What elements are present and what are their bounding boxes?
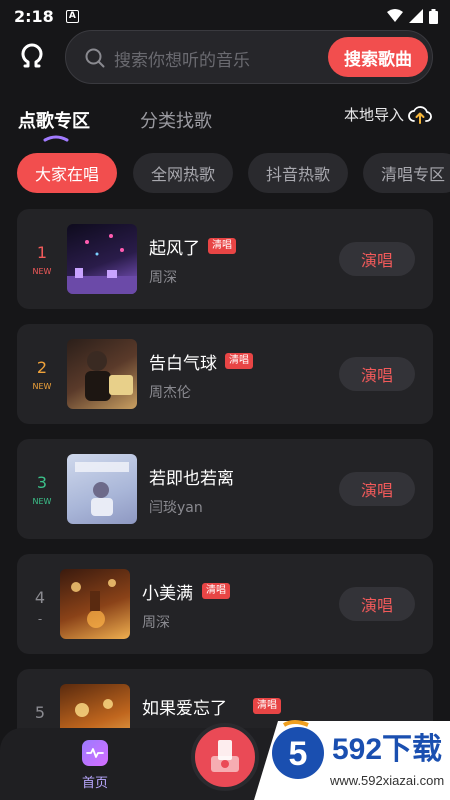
- cover-art-icon: [75, 462, 129, 516]
- cover-art-icon: [71, 579, 116, 628]
- acapella-tag: 清唱: [202, 583, 230, 599]
- watermark-logo: 5 592下载 www.592xiazai.com: [254, 703, 450, 800]
- karaoke-fab-button[interactable]: [191, 723, 259, 791]
- top-bar: 搜索你想听的音乐 搜索歌曲: [0, 30, 450, 84]
- chip-network-hot[interactable]: 全网热歌: [133, 153, 233, 193]
- local-import-label: 本地导入: [343, 106, 404, 124]
- song-artist: 周深: [142, 615, 170, 631]
- song-rank: 5: [34, 703, 46, 722]
- nav-home-label: 首页: [81, 776, 108, 791]
- song-item[interactable]: 2 NEW 告白气球 清唱 周杰伦 演唱: [17, 324, 433, 424]
- sing-button[interactable]: 演唱: [339, 357, 415, 391]
- song-rank: 2: [36, 358, 48, 377]
- song-artist: 周深: [149, 270, 177, 286]
- nav-home[interactable]: 首页: [70, 740, 120, 791]
- local-import-button[interactable]: 本地导入: [344, 104, 432, 125]
- song-title: 小美满: [142, 584, 193, 604]
- sing-button[interactable]: 演唱: [339, 587, 415, 621]
- main-tabs: 点歌专区 分类找歌 本地导入: [0, 100, 450, 144]
- song-cover: [67, 339, 137, 409]
- omega-logo-icon: [21, 43, 43, 68]
- song-cover: [60, 569, 130, 639]
- category-chips: 大家在唱 全网热歌 抖音热歌 清唱专区: [0, 153, 450, 195]
- song-artist: 周杰伦: [149, 385, 191, 401]
- watermark-592-logo: 5 592下载 www.592xiazai.com: [254, 720, 450, 800]
- song-item[interactable]: 1 NEW 起风了 清唱 周深 演唱: [17, 209, 433, 309]
- karaoke-icon: [211, 740, 239, 772]
- battery-icon: [429, 8, 438, 24]
- search-input[interactable]: 搜索你想听的音乐: [114, 46, 250, 71]
- song-new-badge: -: [37, 612, 43, 626]
- song-title: 起风了: [149, 239, 200, 259]
- acapella-tag: 清唱: [225, 353, 253, 369]
- song-cover: [67, 454, 137, 524]
- song-item[interactable]: 3 NEW 若即也若离 闫琰yan 演唱: [17, 439, 433, 539]
- watermark-brand: 592下载: [332, 733, 442, 766]
- song-title: 如果爱忘了: [142, 699, 227, 719]
- search-songs-button[interactable]: 搜索歌曲: [328, 37, 428, 77]
- sing-button[interactable]: 演唱: [339, 472, 415, 506]
- profile-logo-button[interactable]: [16, 40, 48, 72]
- chip-acapella[interactable]: 清唱专区: [363, 153, 450, 193]
- song-new-badge: NEW: [32, 267, 52, 276]
- status-bar: 2:18 A: [0, 0, 450, 32]
- tab-active-indicator: [43, 135, 69, 142]
- cover-art-icon: [85, 351, 133, 401]
- chip-douyin-hot[interactable]: 抖音热歌: [248, 153, 348, 193]
- song-new-badge: NEW: [32, 382, 52, 391]
- wifi-icon: [387, 9, 403, 22]
- home-pulse-icon: [82, 740, 108, 766]
- tab-category[interactable]: 分类找歌: [140, 107, 212, 133]
- svg-text:5: 5: [289, 735, 308, 773]
- song-new-badge: NEW: [32, 497, 52, 506]
- search-icon: [85, 48, 105, 68]
- song-artist: 闫琰yan: [149, 500, 203, 516]
- notification-a-icon: A: [65, 9, 79, 23]
- song-title: 若即也若离: [149, 469, 234, 489]
- song-item[interactable]: 4 - 小美满 清唱 周深 演唱: [17, 554, 433, 654]
- tab-song-request[interactable]: 点歌专区: [18, 107, 90, 133]
- status-time: 2:18: [14, 6, 54, 26]
- status-icons: [387, 8, 438, 24]
- song-rank: 4: [34, 588, 46, 607]
- signal-icon: [409, 9, 423, 23]
- song-cover: [67, 224, 137, 294]
- sing-button[interactable]: 演唱: [339, 242, 415, 276]
- cover-art-icon: [67, 234, 137, 294]
- song-rank: 3: [36, 473, 48, 492]
- cloud-upload-icon: [408, 105, 432, 124]
- acapella-tag: 清唱: [208, 238, 236, 254]
- watermark-url: www.592xiazai.com: [329, 773, 444, 788]
- song-rank: 1: [36, 243, 48, 262]
- chip-everyone-singing[interactable]: 大家在唱: [17, 153, 117, 193]
- song-title: 告白气球: [149, 354, 217, 374]
- search-bar[interactable]: 搜索你想听的音乐 搜索歌曲: [65, 30, 433, 84]
